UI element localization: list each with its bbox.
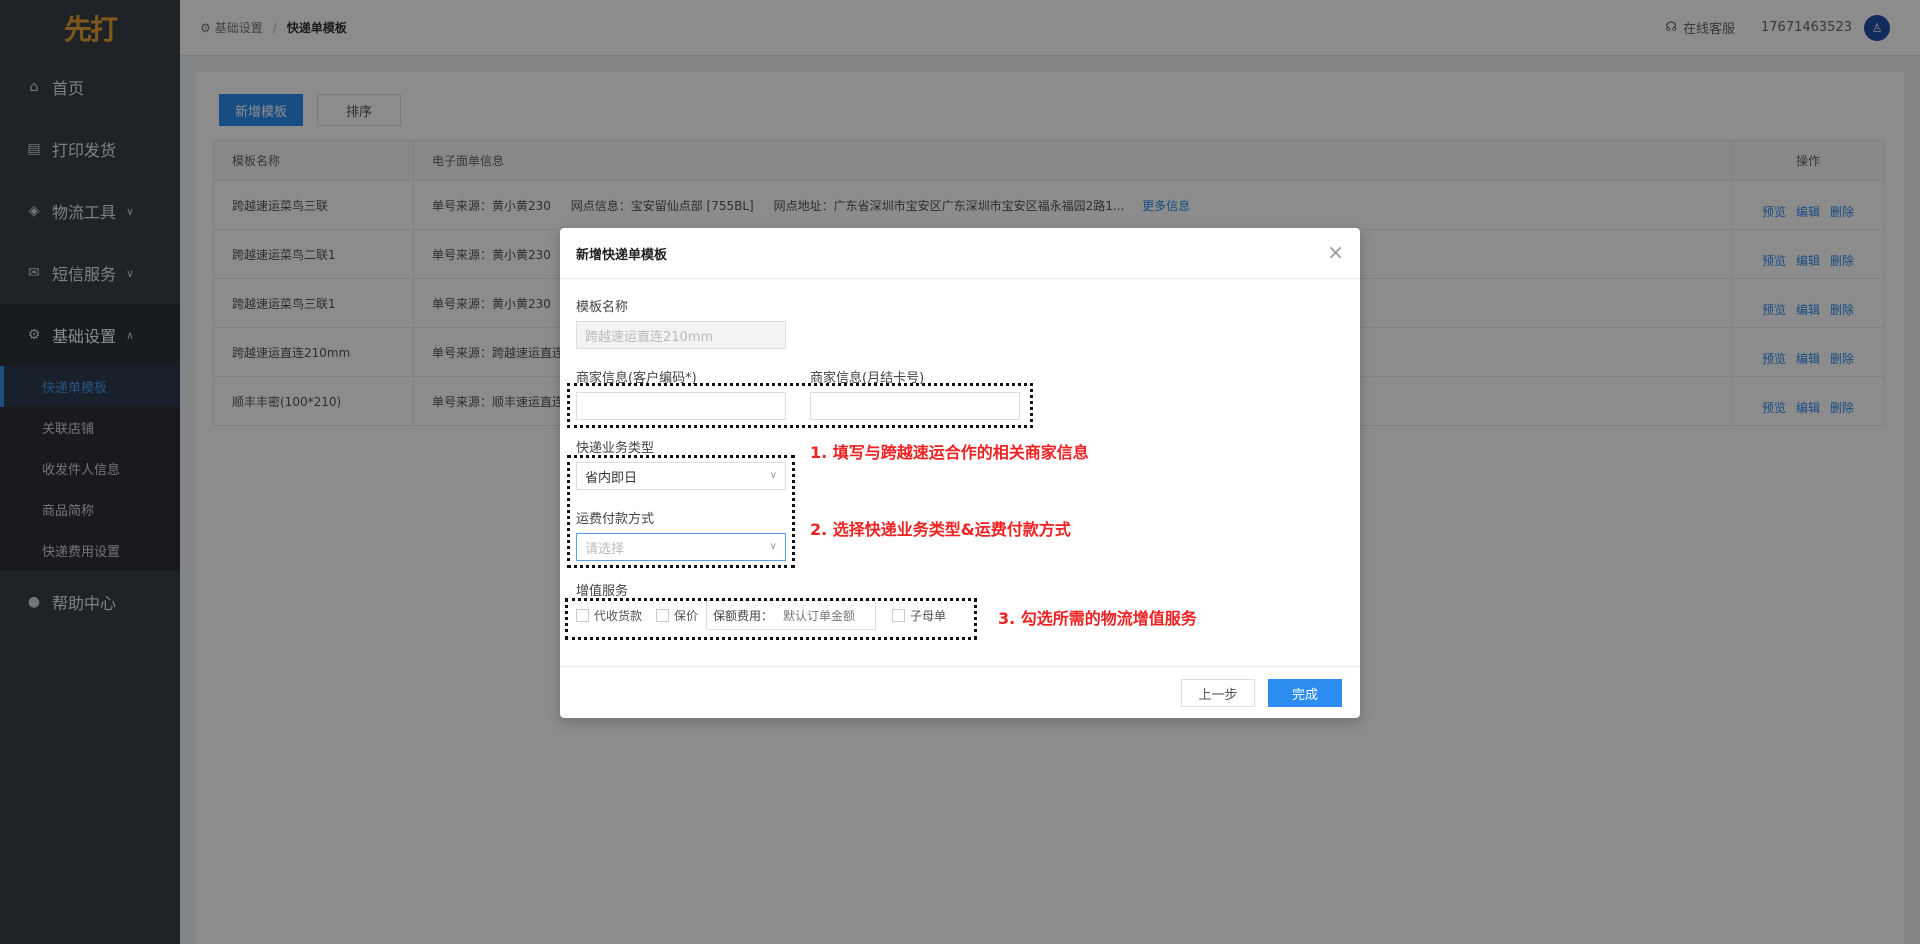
annotation-box-3 (565, 598, 977, 640)
annotation-box-2 (567, 455, 795, 568)
back-button[interactable]: 上一步 (1181, 679, 1255, 707)
template-name-label: 模板名称 (576, 300, 629, 315)
annotation-box-1 (567, 383, 1033, 428)
annotation-note-2: 2. 选择快递业务类型&运费付款方式 (810, 520, 1071, 539)
template-name-input[interactable]: 跨越速运直连210mm (576, 321, 786, 349)
annotation-note-1: 1. 填写与跨越速运合作的相关商家信息 (810, 443, 1089, 462)
dialog-footer: 上一步 完成 (560, 666, 1360, 718)
close-icon[interactable]: × (1327, 242, 1344, 262)
dialog-title: 新增快递单模板 (560, 228, 1360, 279)
biz-type-label: 快递业务类型 (576, 441, 655, 456)
new-template-dialog: 新增快递单模板 × 模板名称 跨越速运直连210mm 商家信息(客户编码*) 商… (560, 228, 1360, 718)
value-added-label: 增值服务 (576, 584, 629, 599)
annotation-note-3: 3. 勾选所需的物流增值服务 (998, 609, 1197, 628)
done-button[interactable]: 完成 (1268, 679, 1342, 707)
